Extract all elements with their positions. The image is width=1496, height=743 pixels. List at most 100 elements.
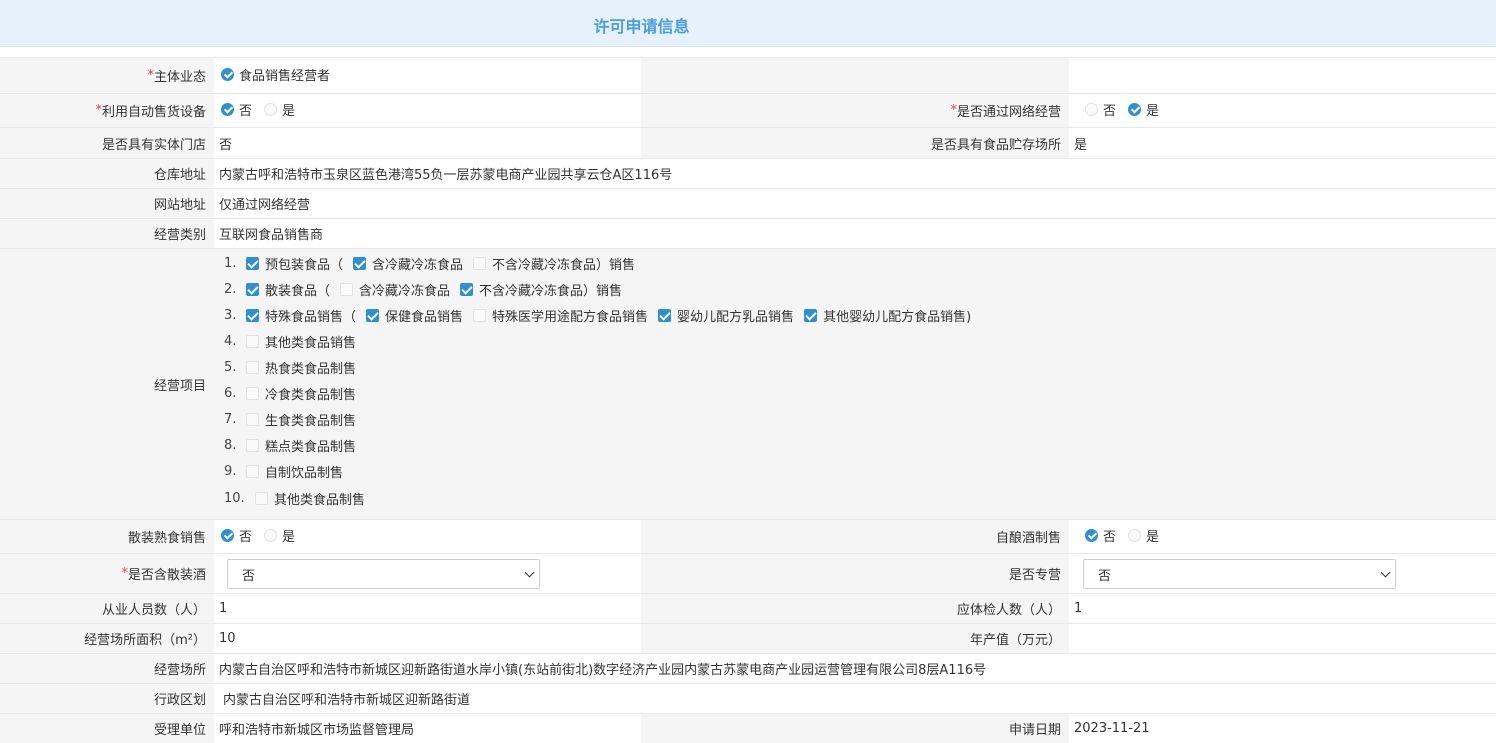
checkbox-unchecked-icon[interactable] [473, 308, 487, 322]
item-number: 1. [224, 255, 237, 271]
row-vending-online: * 利用自动售货设备 否 是 * 是否通过网络经营 否 是 [0, 93, 1496, 127]
item-checkbox-option[interactable]: 生食类食品制售 [244, 410, 356, 429]
specialty-selected: 否 [1098, 568, 1112, 584]
warehouse-label: 仓库地址 [0, 159, 214, 188]
item-option-label: 保健食品销售 [385, 309, 464, 325]
item-checkbox-option[interactable]: 不含冷藏冷冻食品）销售 [458, 280, 622, 299]
chevron-down-icon [524, 567, 535, 578]
item-checkbox-option[interactable]: 特殊医学用途配方食品销售 [471, 306, 648, 325]
bulk-liquor-select[interactable]: 否 [227, 559, 540, 589]
item-checkbox-option[interactable]: 预包装食品（ [244, 254, 343, 273]
bulk-cooked-yes-radio[interactable]: 是 [262, 526, 295, 545]
radio-checked-icon[interactable] [1128, 103, 1142, 116]
item-checkbox-option[interactable]: 婴幼儿配方乳品销售 [656, 306, 794, 325]
item-number: 3. [224, 307, 237, 323]
authority-value: 呼和浩特市新城区市场监督管理局 [219, 723, 415, 738]
radio-checked-icon[interactable] [221, 103, 234, 116]
checkbox-unchecked-icon[interactable] [340, 282, 354, 296]
section-title: 许可申请信息 [593, 17, 690, 36]
checkbox-unchecked-icon[interactable] [246, 412, 259, 426]
online-label: * 是否通过网络经营 [641, 94, 1069, 127]
item-checkbox-option[interactable]: 特殊食品销售（ [244, 306, 356, 325]
subject-option-food-seller[interactable]: 食品销售经营者 [219, 65, 330, 84]
item-number: 5. [224, 359, 237, 375]
row-area: 经营场所面积（m²） 10 年产值（万元） [0, 623, 1496, 653]
premises-value: 内蒙古自治区呼和浩特市新城区迎新路街道水岸小镇(东站前街北)数字经济产业园内蒙古… [219, 663, 987, 678]
item-option-label: 不含冷藏冷冻食品）销售 [479, 283, 623, 299]
radio-checked-icon[interactable] [221, 529, 234, 542]
item-number: 9. [224, 463, 237, 479]
row-district: 行政区划 内蒙古自治区呼和浩特市新城区迎新路街道 [0, 683, 1496, 713]
item-checkbox-option[interactable]: 糕点类食品制售 [244, 436, 356, 455]
checkbox-unchecked-icon[interactable] [255, 491, 268, 505]
subject-empty-label [641, 58, 1069, 93]
online-yes-radio[interactable]: 是 [1126, 100, 1159, 119]
item-checkbox-option[interactable]: 热食类食品制售 [244, 358, 356, 377]
checkbox-unchecked-icon[interactable] [246, 360, 259, 374]
row-liquor-specialty: * 是否含散装酒 否 是否专营 否 [0, 553, 1496, 593]
radio-unchecked-icon[interactable] [264, 529, 278, 542]
brewing-yes-radio[interactable]: 是 [1126, 526, 1159, 545]
apply-date-value: 2023-11-21 [1074, 721, 1150, 736]
bulk-cooked-no-radio[interactable]: 否 [219, 526, 252, 545]
vending-yes-radio[interactable]: 是 [262, 100, 295, 119]
item-checkbox-option[interactable]: 含冷藏冷冻食品 [351, 254, 463, 273]
vending-label: * 利用自动售货设备 [0, 94, 214, 127]
checkbox-unchecked-icon[interactable] [473, 256, 487, 270]
item-checkbox-option[interactable]: 其他婴幼儿配方食品销售) [802, 306, 971, 325]
checkbox-unchecked-icon[interactable] [246, 464, 259, 478]
business-item: 8. 糕点类食品制售 [224, 435, 364, 455]
checkbox-checked-icon[interactable] [246, 256, 259, 270]
item-checkbox-option[interactable]: 冷食类食品制售 [244, 384, 356, 403]
item-checkbox-option[interactable]: 不含冷藏冷冻食品）销售 [471, 254, 635, 273]
item-option-label: 含冷藏冷冻食品 [359, 283, 451, 299]
row-warehouse: 仓库地址 内蒙古呼和浩特市玉泉区蓝色港湾55负一层苏蒙电商产业园共享云仓A区11… [0, 158, 1496, 188]
vending-no-radio[interactable]: 否 [219, 100, 252, 119]
checkbox-unchecked-icon[interactable] [246, 438, 259, 452]
checkbox-checked-icon[interactable] [353, 256, 367, 270]
apply-date-label: 申请日期 [641, 714, 1069, 743]
business-item: 5. 热食类食品制售 [224, 357, 364, 377]
checkbox-checked-icon[interactable] [460, 282, 474, 296]
website-label: 网站地址 [0, 189, 214, 218]
radio-unchecked-icon[interactable] [1128, 529, 1142, 542]
item-number: 4. [224, 333, 237, 349]
radio-unchecked-icon[interactable] [264, 103, 278, 116]
checkbox-checked-icon[interactable] [246, 308, 259, 322]
item-number: 10. [224, 490, 245, 506]
business-item: 9. 自制饮品制售 [224, 461, 351, 481]
row-premises: 经营场所 内蒙古自治区呼和浩特市新城区迎新路街道水岸小镇(东站前街北)数字经济产… [0, 653, 1496, 683]
item-checkbox-option[interactable]: 其他类食品销售 [244, 332, 356, 351]
checkbox-checked-icon[interactable] [658, 308, 672, 322]
online-options: 否 是 [1069, 94, 1496, 127]
business-item: 7. 生食类食品制售 [224, 409, 364, 429]
checkbox-checked-icon[interactable] [246, 282, 259, 296]
radio-checked-icon[interactable] [221, 68, 234, 81]
checkbox-unchecked-icon[interactable] [246, 386, 259, 400]
business-item: 1. 预包装食品（ 含冷藏冷冻食品 不含冷藏冷冻食品）销售 [224, 253, 643, 273]
business-item: 10. 其他类食品制售 [224, 488, 373, 508]
item-option-label: 糕点类食品制售 [265, 439, 357, 455]
checkbox-unchecked-icon[interactable] [246, 334, 259, 348]
specialty-select[interactable]: 否 [1083, 559, 1396, 589]
checkbox-checked-icon[interactable] [366, 308, 380, 322]
item-checkbox-option[interactable]: 含冷藏冷冻食品 [338, 280, 450, 299]
item-checkbox-option[interactable]: 保健食品销售 [364, 306, 463, 325]
bulk-liquor-label: * 是否含散装酒 [0, 554, 214, 593]
storage-value: 是 [1074, 137, 1088, 153]
row-website: 网站地址 仅通过网络经营 [0, 188, 1496, 218]
item-option-label: 预包装食品（ [265, 257, 344, 273]
item-checkbox-option[interactable]: 其他类食品制售 [253, 489, 365, 508]
item-number: 6. [224, 385, 237, 401]
item-checkbox-option[interactable]: 散装食品（ [244, 280, 330, 299]
checkbox-checked-icon[interactable] [804, 308, 818, 322]
staff-label: 从业人员数（人） [0, 594, 214, 623]
district-value: 内蒙古自治区呼和浩特市新城区迎新路街道 [223, 693, 471, 708]
radio-checked-icon[interactable] [1085, 529, 1098, 542]
vending-options: 否 是 [214, 94, 641, 127]
radio-unchecked-icon[interactable] [1085, 103, 1098, 116]
online-no-radio[interactable]: 否 [1083, 100, 1116, 119]
row-staff: 从业人员数（人） 1 应体检人数（人） 1 [0, 593, 1496, 623]
item-checkbox-option[interactable]: 自制饮品制售 [244, 462, 343, 481]
brewing-no-radio[interactable]: 否 [1083, 526, 1116, 545]
